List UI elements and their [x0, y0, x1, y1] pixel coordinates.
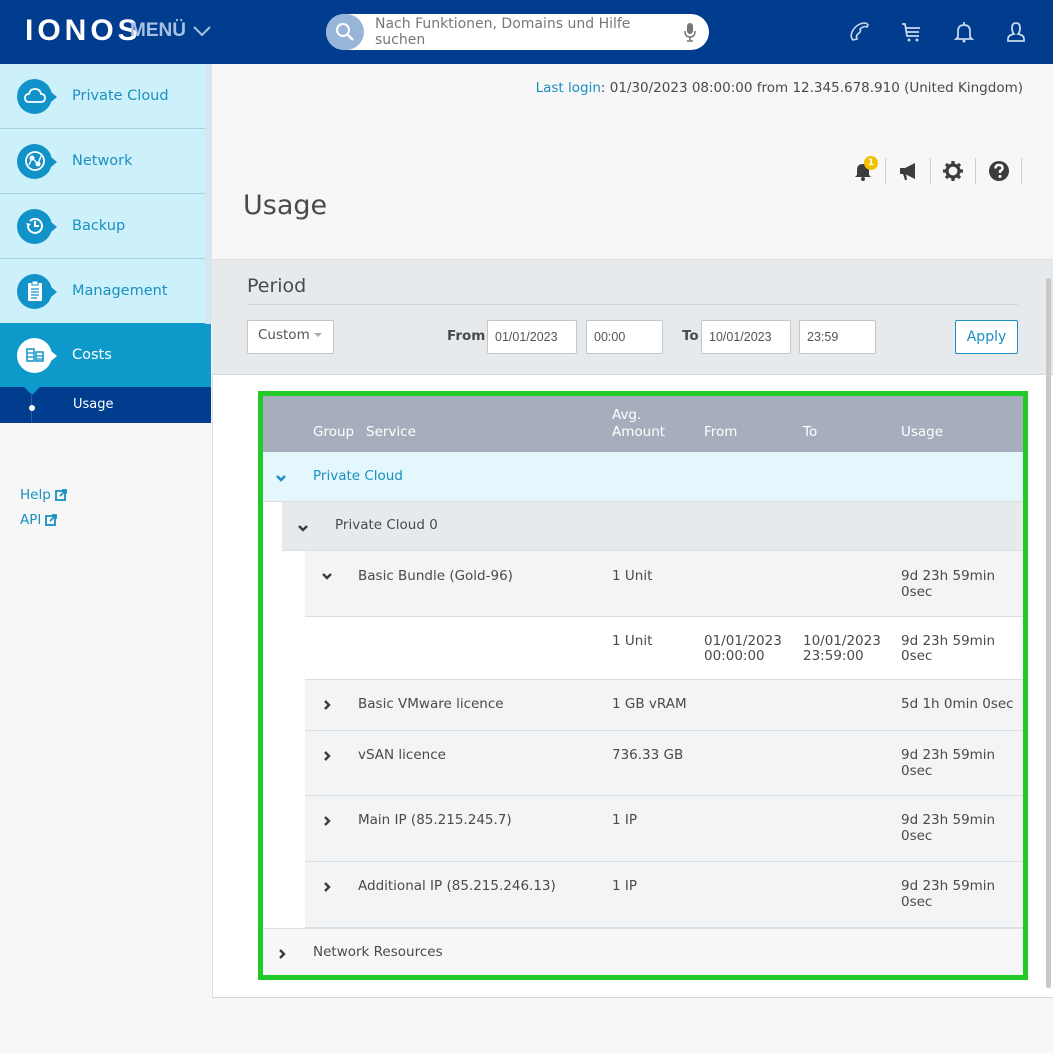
- from-label: From: [447, 328, 486, 344]
- caret-down-icon: [313, 333, 322, 337]
- last-login-info: Last login: 01/30/2023 08:00:00 from 12.…: [536, 80, 1023, 96]
- sidebar-item-label: Costs: [72, 347, 112, 363]
- sidebar-item-management[interactable]: Management: [0, 259, 211, 324]
- period-filter: [212, 260, 1053, 375]
- divider: [975, 158, 976, 184]
- sidebar-subitem-usage[interactable]: Usage: [0, 387, 211, 423]
- divider: [930, 158, 931, 184]
- highlight-frame: [258, 391, 1028, 980]
- bullet-icon: [29, 405, 35, 411]
- divider: [885, 158, 886, 184]
- globe-network-icon: [17, 143, 57, 179]
- phone-icon[interactable]: [847, 19, 873, 45]
- sidebar-item-backup[interactable]: Backup: [0, 194, 211, 259]
- help-link[interactable]: Help: [20, 487, 67, 503]
- to-date-input[interactable]: [701, 320, 791, 354]
- history-clock-icon: [17, 208, 57, 244]
- api-link-label: API: [20, 512, 42, 528]
- ionos-logo[interactable]: IONOS: [25, 14, 142, 48]
- menu-label: MENÜ: [130, 20, 186, 41]
- search-input[interactable]: Nach Funktionen, Domains und Hilfe suche…: [326, 14, 709, 50]
- scrollbar[interactable]: [1046, 278, 1051, 988]
- settings-button[interactable]: [939, 157, 967, 185]
- sidebar-item-label: Backup: [72, 218, 126, 234]
- microphone-icon[interactable]: [683, 22, 697, 42]
- external-link-icon: [54, 489, 67, 501]
- help-icon: [989, 161, 1009, 181]
- period-preset-select[interactable]: Custom: [247, 320, 334, 354]
- search-placeholder: Nach Funktionen, Domains und Hilfe suche…: [375, 16, 631, 48]
- active-indicator: [24, 387, 40, 395]
- sidebar-item-network[interactable]: Network: [0, 129, 211, 194]
- sidebar-item-label: Network: [72, 153, 133, 169]
- bell-icon[interactable]: [951, 19, 977, 45]
- from-time-input[interactable]: [586, 320, 663, 354]
- sidebar: Private Cloud Network Backup Management …: [0, 64, 211, 1053]
- top-navigation-bar: IONOS MENÜ Nach Funktionen, Domains und …: [0, 0, 1053, 64]
- cloud-icon: [17, 78, 57, 114]
- last-login-value: : 01/30/2023 08:00:00 from 12.345.678.91…: [600, 80, 1023, 96]
- menu-button[interactable]: MENÜ: [130, 20, 212, 42]
- sidebar-edge: [205, 64, 212, 324]
- divider: [247, 304, 1018, 305]
- help-link-label: Help: [20, 487, 51, 503]
- announcements-button[interactable]: [895, 157, 923, 185]
- megaphone-icon: [900, 163, 915, 180]
- page-title: Usage: [243, 190, 328, 221]
- divider: [1021, 158, 1022, 184]
- period-title: Period: [247, 275, 307, 297]
- help-button[interactable]: [985, 157, 1013, 185]
- user-icon[interactable]: [1003, 19, 1029, 45]
- notification-badge: 1: [864, 156, 878, 170]
- to-time-input[interactable]: [799, 320, 876, 354]
- external-link-icon: [45, 514, 58, 526]
- from-date-input[interactable]: [487, 320, 577, 354]
- sidebar-item-costs[interactable]: Costs: [0, 323, 211, 387]
- apply-button[interactable]: Apply: [955, 320, 1018, 354]
- coins-icon: [17, 337, 57, 373]
- search-icon[interactable]: [326, 14, 364, 50]
- period-preset-value: Custom: [258, 327, 310, 343]
- to-label: To: [682, 328, 699, 344]
- sidebar-subitem-label: Usage: [73, 397, 114, 412]
- cart-icon[interactable]: [899, 19, 925, 45]
- clipboard-icon: [17, 273, 57, 309]
- sidebar-item-private-cloud[interactable]: Private Cloud: [0, 64, 211, 129]
- last-login-link[interactable]: Last login: [536, 80, 601, 96]
- sidebar-item-label: Private Cloud: [72, 88, 169, 104]
- api-link[interactable]: API: [20, 512, 58, 528]
- gear-icon: [943, 161, 963, 181]
- chevron-down-icon: [193, 26, 211, 37]
- sidebar-item-label: Management: [72, 283, 168, 299]
